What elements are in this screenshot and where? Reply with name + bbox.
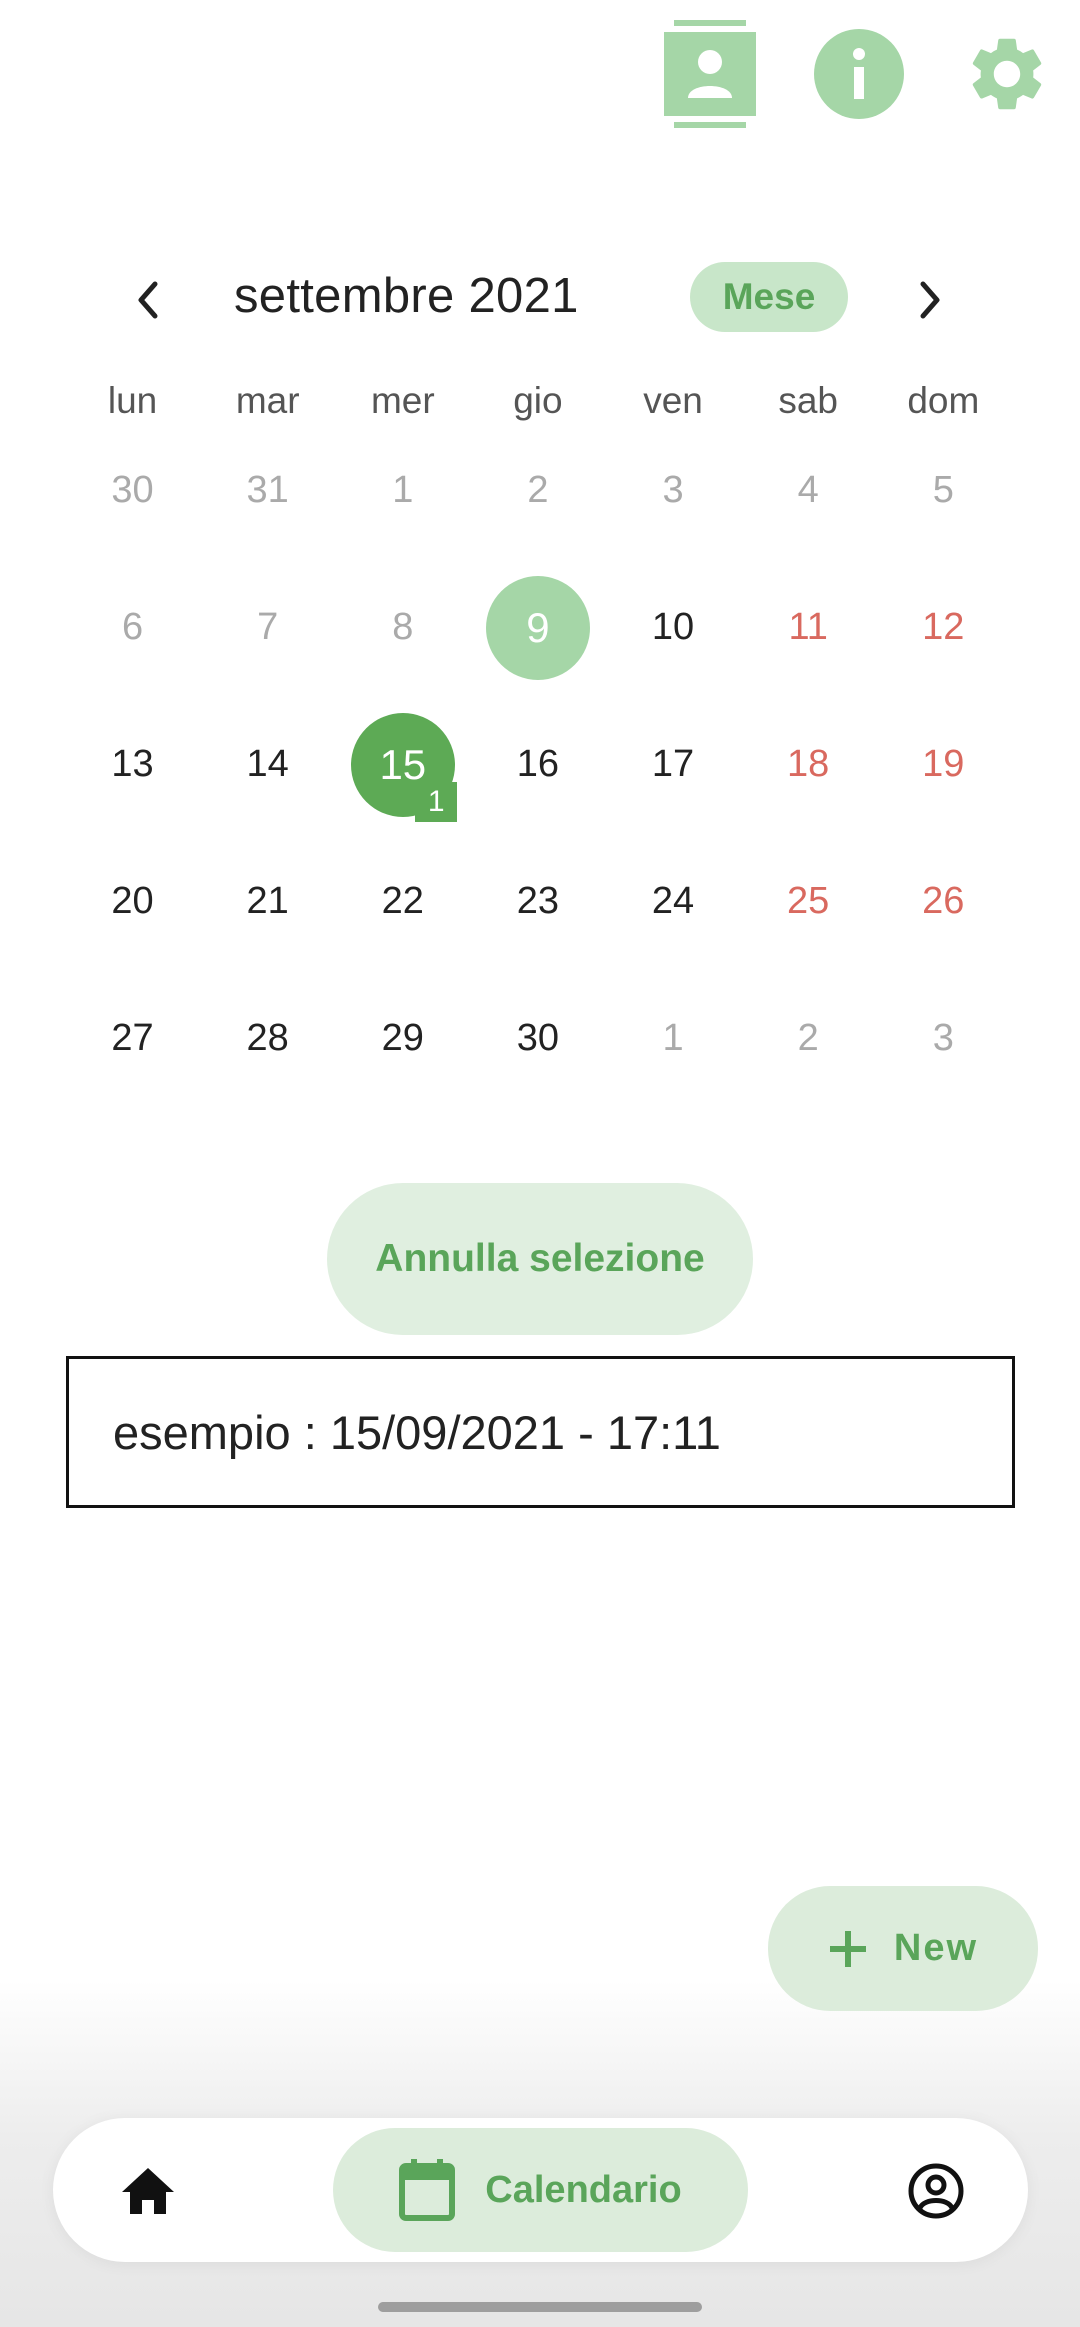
info-icon[interactable] [809,18,909,130]
day-number: 12 [922,606,965,648]
new-event-label: New [893,1927,979,1969]
day-number: 3 [932,1017,954,1059]
calendar-day[interactable]: 14 [200,696,335,833]
calendar-day[interactable]: 29 [335,970,470,1107]
gear-icon[interactable] [957,18,1057,130]
event-count-badge: 1 [415,782,458,822]
day-number: 6 [121,606,144,648]
month-header: settembre 2021 Mese [0,250,1080,340]
month-title: settembre 2021 [234,269,579,323]
calendar-icon [399,2159,456,2221]
calendar-week: 6 7 8 9 10 11 12 [65,559,1011,696]
day-number: 2 [527,469,549,511]
day-number: 14 [246,743,289,785]
calendar-day[interactable]: 5 [876,422,1011,559]
day-number: 4 [797,469,819,511]
calendar-day[interactable]: 16 [470,696,605,833]
day-number: 10 [651,606,695,648]
day-number: 22 [381,880,424,922]
day-number: 9 [526,603,550,651]
calendar-day[interactable]: 18 [741,696,876,833]
home-icon[interactable] [113,2156,183,2226]
calendar-day[interactable]: 24 [606,833,741,970]
calendar-day[interactable]: 12 [876,559,1011,696]
calendar-day[interactable]: 20 [65,833,200,970]
new-event-button[interactable]: New [768,1886,1038,2011]
calendar-day[interactable]: 26 [876,833,1011,970]
day-number: 1 [392,469,414,511]
calendar-day[interactable]: 8 [335,559,470,696]
day-number: 16 [516,743,560,785]
day-number: 27 [111,1017,154,1059]
nav-calendar-tab[interactable]: Calendario [333,2128,748,2252]
calendar-day[interactable]: 25 [741,833,876,970]
calendar-day[interactable]: 2 [470,422,605,559]
calendar-day[interactable]: 22 [335,833,470,970]
calendar-day[interactable]: 10 [606,559,741,696]
day-number: 25 [787,880,830,922]
day-number: 18 [787,743,830,785]
day-number: 19 [922,743,965,785]
day-number: 3 [662,469,684,511]
calendar-week: 13 14 15 1 16 17 18 19 [65,696,1011,833]
cancel-selection-button[interactable]: Annulla selezione [327,1183,753,1335]
day-number: 17 [651,743,695,785]
calendar-day[interactable]: 2 [741,970,876,1107]
calendar-day[interactable]: 17 [606,696,741,833]
calendar-screen: settembre 2021 Mese lun mar mer gio ven … [0,0,1080,2327]
bottom-navigation: Calendario [53,2118,1028,2262]
day-number: 28 [246,1017,289,1059]
day-number: 2 [797,1017,819,1059]
day-number: 11 [788,606,828,648]
nav-calendar-label: Calendario [485,2168,682,2211]
day-number: 13 [111,743,154,785]
calendar-week: 20 21 22 23 24 25 26 [65,833,1011,970]
calendar-day-selected[interactable]: 15 1 [335,696,470,833]
calendar-day[interactable]: 11 [741,559,876,696]
calendar-day[interactable]: 23 [470,833,605,970]
plus-icon [829,1930,866,1967]
day-number: 21 [246,880,289,922]
calendar-day[interactable]: 27 [65,970,200,1107]
calendar-week: 30 31 1 2 3 4 5 [65,422,1011,559]
day-number: 30 [111,469,154,511]
calendar-day[interactable]: 21 [200,833,335,970]
day-number: 31 [246,469,289,511]
calendar-day-today[interactable]: 9 [470,559,605,696]
calendar-day[interactable]: 1 [606,970,741,1107]
day-number: 5 [932,469,954,511]
account-circle-icon[interactable] [901,2156,971,2226]
day-number: 24 [651,880,695,922]
day-number: 23 [516,880,560,922]
day-number: 7 [257,606,279,648]
calendar-day[interactable]: 6 [65,559,200,696]
calendar-day[interactable]: 13 [65,696,200,833]
day-number: 20 [111,880,154,922]
calendar-day[interactable]: 3 [876,970,1011,1107]
event-text: esempio : 15/09/2021 - 17:11 [113,1405,721,1459]
view-mode-button[interactable]: Mese [690,262,848,332]
calendar-day[interactable]: 19 [876,696,1011,833]
calendar-day[interactable]: 3 [606,422,741,559]
calendar-grid: 30 31 1 2 3 4 5 6 7 8 9 10 11 12 13 14 1… [65,422,1011,1107]
calendar-day[interactable]: 7 [200,559,335,696]
calendar-day[interactable]: 30 [65,422,200,559]
calendar-week: 27 28 29 30 1 2 3 [65,970,1011,1107]
event-list-item[interactable]: esempio : 15/09/2021 - 17:11 [66,1356,1015,1508]
chevron-right-icon[interactable] [900,270,960,330]
calendar-day[interactable]: 4 [741,422,876,559]
day-number: 26 [922,880,965,922]
calendar-day[interactable]: 30 [470,970,605,1107]
day-number: 8 [392,606,414,648]
day-number: 1 [662,1017,684,1059]
contact-book-icon[interactable] [660,18,760,130]
calendar-day[interactable]: 28 [200,970,335,1107]
day-number: 29 [381,1017,424,1059]
calendar-day[interactable]: 1 [335,422,470,559]
home-indicator[interactable] [378,2302,702,2312]
chevron-left-icon[interactable] [118,270,178,330]
calendar-day[interactable]: 31 [200,422,335,559]
day-number: 30 [516,1017,560,1059]
